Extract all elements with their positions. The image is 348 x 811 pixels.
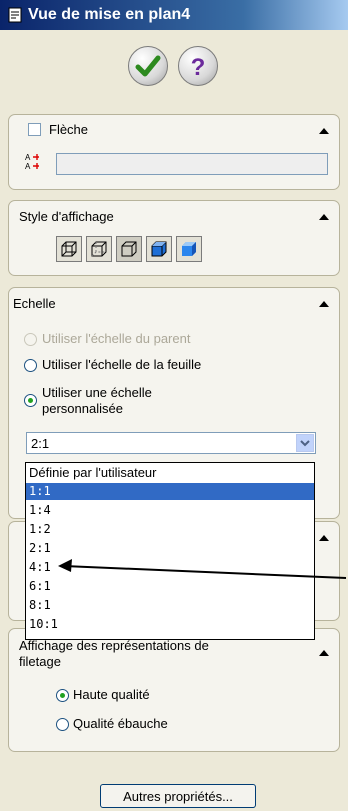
more-properties-label: Autres propriétés... [123, 789, 233, 804]
annotation-arrow [58, 559, 347, 579]
more-properties-button[interactable]: Autres propriétés... [100, 784, 256, 808]
property-manager: Vue de mise en plan4 ? Flèche A A Style … [0, 0, 348, 811]
